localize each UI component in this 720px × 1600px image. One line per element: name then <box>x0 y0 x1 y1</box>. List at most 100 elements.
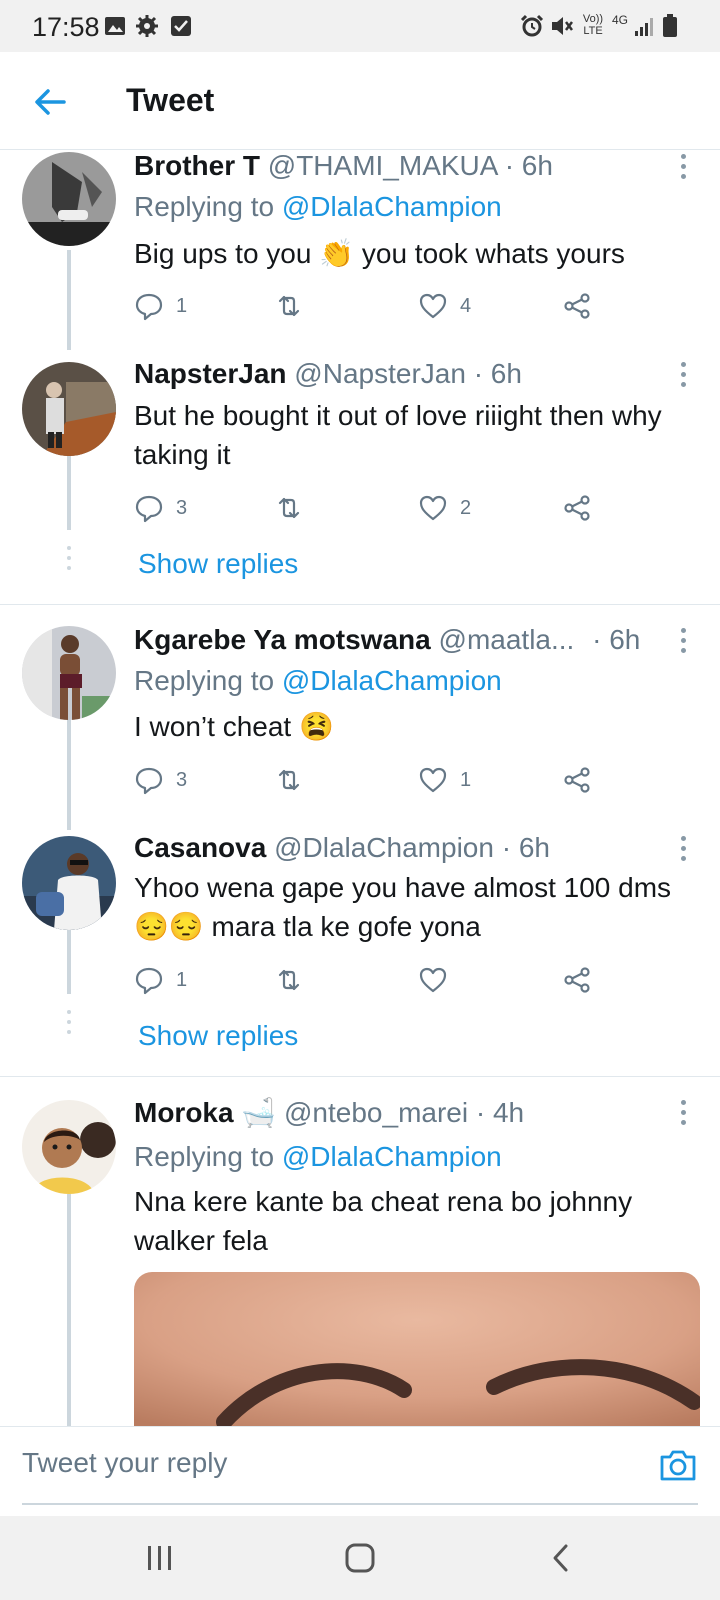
reply-button[interactable]: 3 <box>134 762 187 798</box>
handle[interactable]: @ntebo_marei <box>284 1097 468 1128</box>
reply-input[interactable]: Tweet your reply <box>22 1447 227 1479</box>
tweet-text: I won’t cheat 😫 <box>134 711 334 742</box>
show-replies-link[interactable]: Show replies <box>138 548 298 580</box>
replying-to: Replying to @DlalaChampion <box>134 665 502 697</box>
thread-line <box>67 454 71 530</box>
reply-count: 3 <box>176 768 188 791</box>
share-button[interactable] <box>562 762 592 798</box>
display-name[interactable]: Brother T <box>134 150 260 181</box>
more-options-icon[interactable] <box>681 362 687 392</box>
reply-button[interactable]: 3 <box>134 490 187 526</box>
arrow-left-icon[interactable] <box>30 82 70 122</box>
like-count: 4 <box>460 294 472 317</box>
reply-icon <box>135 495 163 523</box>
share-button[interactable] <box>562 962 592 998</box>
share-button[interactable] <box>562 490 592 526</box>
retweet-icon <box>278 295 300 317</box>
handle[interactable]: @maatla... <box>439 624 575 655</box>
heart-icon <box>419 967 447 993</box>
image-icon <box>105 17 125 35</box>
tweet-header: Kgarebe Ya motswana @maatla... · 6h <box>134 624 640 656</box>
like-button[interactable]: 1 <box>418 762 471 798</box>
display-name[interactable]: Moroka 🛁 <box>134 1097 276 1128</box>
retweet-button[interactable] <box>274 962 316 998</box>
mute-icon <box>552 17 573 35</box>
display-name[interactable]: NapsterJan <box>134 358 287 389</box>
replying-to-link[interactable]: @DlalaChampion <box>282 1141 502 1172</box>
replying-prefix: Replying to <box>134 191 282 222</box>
timestamp: · 4h <box>475 1097 525 1128</box>
heart-icon <box>419 767 447 793</box>
divider <box>0 1076 720 1077</box>
timestamp: · 6h <box>501 832 550 863</box>
handle[interactable]: @THAMI_MAKUA <box>268 150 497 181</box>
like-button[interactable]: 2 <box>418 490 471 526</box>
home-icon[interactable] <box>342 1540 378 1576</box>
more-options-icon[interactable] <box>681 1100 687 1130</box>
replying-to-link[interactable]: @DlalaChampion <box>282 191 502 222</box>
handle[interactable]: @DlalaChampion <box>274 832 494 863</box>
handle[interactable]: @NapsterJan <box>294 358 466 389</box>
tweet-media-image[interactable] <box>134 1272 700 1432</box>
heart-icon <box>419 293 447 319</box>
share-icon <box>564 767 590 793</box>
reply-input-underline <box>22 1503 698 1505</box>
like-count: 1 <box>460 768 472 791</box>
checkbox-icon <box>171 16 191 36</box>
share-button[interactable] <box>562 288 592 324</box>
avatar[interactable] <box>22 362 116 456</box>
replying-prefix: Replying to <box>134 1141 282 1172</box>
like-count: 2 <box>460 496 472 519</box>
display-name[interactable]: Kgarebe Ya motswana <box>134 624 431 655</box>
retweet-button[interactable] <box>274 762 316 798</box>
retweet-button[interactable] <box>274 288 316 324</box>
tweet-header: Moroka 🛁 @ntebo_marei · 4h <box>134 1096 524 1129</box>
replying-to: Replying to @DlalaChampion <box>134 1141 502 1173</box>
avatar[interactable] <box>22 626 116 720</box>
more-options-icon[interactable] <box>681 628 687 658</box>
avatar[interactable] <box>22 836 116 930</box>
thread-line <box>67 930 71 994</box>
more-options-icon[interactable] <box>681 836 687 866</box>
tweet-header: Casanova @DlalaChampion · 6h <box>134 832 550 864</box>
tweet-actions: 3 1 <box>134 762 614 798</box>
system-nav-bar <box>0 1516 720 1600</box>
like-button[interactable] <box>418 962 460 998</box>
avatar[interactable] <box>22 152 116 246</box>
tweet-actions: 1 4 <box>134 288 614 324</box>
volte-label: Vo)) LTE <box>582 13 604 37</box>
network-label: 4G <box>612 13 629 27</box>
share-icon <box>564 967 590 993</box>
reply-count: 1 <box>176 968 188 991</box>
back-icon[interactable] <box>544 1540 580 1576</box>
display-name[interactable]: Casanova <box>134 832 266 863</box>
retweet-button[interactable] <box>274 490 316 526</box>
thread-dots <box>66 546 72 576</box>
avatar[interactable] <box>22 1100 116 1194</box>
reply-icon <box>135 293 163 321</box>
page-title: Tweet <box>126 82 215 118</box>
replying-to-link[interactable]: @DlalaChampion <box>282 665 502 696</box>
retweet-icon <box>278 769 300 791</box>
thread-line <box>67 250 71 350</box>
like-button[interactable]: 4 <box>418 288 471 324</box>
heart-icon <box>419 495 447 521</box>
show-replies-link[interactable]: Show replies <box>138 1020 298 1052</box>
reply-button[interactable]: 1 <box>134 962 187 998</box>
more-options-icon[interactable] <box>681 154 687 184</box>
camera-icon[interactable] <box>658 1445 698 1485</box>
divider <box>0 604 720 605</box>
tweet-actions: 1 <box>134 962 614 998</box>
tweet-text: Big ups to you 👏 you took whats yours <box>134 238 625 269</box>
retweet-icon <box>278 969 300 991</box>
timestamp: · 6h <box>592 624 641 655</box>
reply-icon <box>135 967 163 995</box>
tweet-header: NapsterJan @NapsterJan · 6h <box>134 358 522 390</box>
thread-line <box>67 716 71 830</box>
thread-line <box>67 1192 71 1426</box>
timestamp: · 6h <box>504 150 553 181</box>
reply-button[interactable]: 1 <box>134 288 187 324</box>
settings-icon <box>136 15 158 37</box>
timestamp: · 6h <box>473 358 522 389</box>
recent-apps-icon[interactable] <box>142 1540 178 1576</box>
